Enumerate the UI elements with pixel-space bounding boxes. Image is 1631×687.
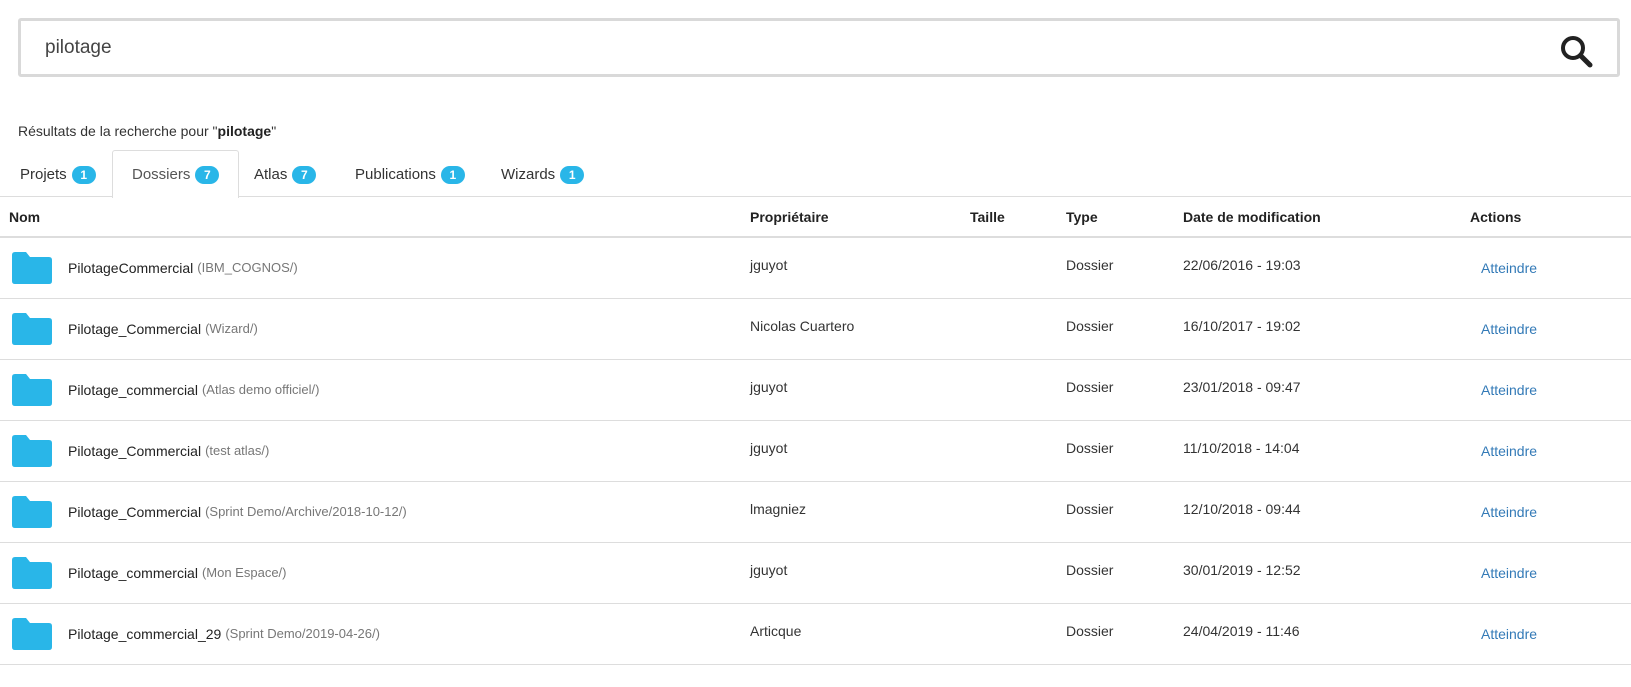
folder-icon — [12, 373, 52, 406]
search-input[interactable] — [45, 31, 1525, 65]
folder-name[interactable]: Pilotage_Commercial — [68, 443, 201, 459]
owner: jguyot — [750, 256, 788, 273]
owner: Nicolas Cuartero — [750, 317, 855, 334]
results-caption: Résultats de la recherche pour "pilotage… — [18, 123, 276, 139]
folder-icon — [12, 556, 52, 589]
type: Dossier — [1066, 439, 1114, 456]
table-row: Pilotage_Commercial (Wizard/) Nicolas Cu… — [0, 298, 1631, 360]
table-row: Pilotage_commercial (Mon Espace/) jguyot… — [0, 542, 1631, 604]
table-row: Pilotage_commercial_29 (Sprint Demo/2019… — [0, 603, 1631, 665]
type: Dossier — [1066, 500, 1114, 517]
results-caption-suffix: " — [271, 123, 277, 139]
goto-link[interactable]: Atteindre — [1481, 565, 1537, 581]
goto-link[interactable]: Atteindre — [1481, 443, 1537, 459]
table-row: PilotageCommercial (IBM_COGNOS/) jguyot … — [0, 237, 1631, 299]
modified-date: 12/10/2018 - 09:44 — [1183, 500, 1301, 517]
folder-icon — [12, 251, 52, 284]
folder-path: (Mon Espace/) — [201, 565, 287, 580]
type: Dossier — [1066, 561, 1114, 578]
folder-path: (test atlas/) — [205, 443, 270, 458]
results-caption-query: pilotage — [217, 123, 272, 139]
results-table: Nom Propriétaire Taille Type Date de mod… — [0, 198, 1631, 665]
tab-projets[interactable]: Projets 1 — [0, 150, 116, 198]
folder-name[interactable]: PilotageCommercial — [68, 260, 193, 276]
header-actions: Actions — [1461, 198, 1631, 238]
table-row: Pilotage_commercial (Atlas demo officiel… — [0, 359, 1631, 421]
folder-icon — [12, 312, 52, 345]
count-badge: 7 — [195, 165, 220, 184]
count-badge: 1 — [560, 165, 585, 184]
folder-icon — [12, 434, 52, 467]
header-type[interactable]: Type — [1057, 198, 1174, 238]
tab-label: Atlas — [254, 166, 288, 183]
tab-label: Projets — [20, 166, 67, 183]
owner: jguyot — [750, 561, 788, 578]
tab-publications[interactable]: Publications 1 — [335, 150, 485, 198]
results-caption-prefix: Résultats de la recherche pour " — [18, 123, 218, 139]
count-badge: 1 — [440, 165, 465, 184]
table-row: Pilotage_Commercial (test atlas/) jguyot… — [0, 420, 1631, 482]
count-badge: 7 — [292, 165, 317, 184]
folder-icon — [12, 617, 52, 650]
search-icon[interactable] — [1559, 34, 1593, 68]
owner: Articque — [750, 622, 802, 639]
modified-date: 24/04/2019 - 11:46 — [1183, 622, 1300, 639]
count-badge: 1 — [71, 165, 96, 184]
tab-wizards[interactable]: Wizards 1 — [481, 150, 604, 198]
goto-link[interactable]: Atteindre — [1481, 382, 1537, 398]
folder-icon — [12, 495, 52, 528]
folder-name[interactable]: Pilotage_commercial — [68, 565, 198, 581]
goto-link[interactable]: Atteindre — [1481, 626, 1537, 642]
modified-date: 11/10/2018 - 14:04 — [1183, 439, 1300, 456]
owner: jguyot — [750, 439, 788, 456]
tab-label: Wizards — [501, 166, 556, 183]
folder-name[interactable]: Pilotage_commercial — [68, 382, 198, 398]
folder-path: (Sprint Demo/Archive/2018-10-12/) — [205, 504, 407, 519]
modified-date: 23/01/2018 - 09:47 — [1183, 378, 1301, 395]
goto-link[interactable]: Atteindre — [1481, 260, 1537, 276]
table-header-row: Nom Propriétaire Taille Type Date de mod… — [0, 198, 1631, 238]
tab-dossiers[interactable]: Dossiers 7 — [112, 150, 240, 198]
tab-atlas[interactable]: Atlas 7 — [234, 150, 336, 198]
modified-date: 22/06/2016 - 19:03 — [1183, 256, 1301, 273]
table-row: Pilotage_Commercial (Sprint Demo/Archive… — [0, 481, 1631, 543]
header-date[interactable]: Date de modification — [1174, 198, 1461, 238]
type: Dossier — [1066, 256, 1114, 273]
goto-link[interactable]: Atteindre — [1481, 504, 1537, 520]
result-tabs: Projets 1 Dossiers 7 Atlas 7 Publication… — [0, 150, 1631, 198]
header-size[interactable]: Taille — [961, 198, 1057, 238]
folder-path: (Wizard/) — [205, 321, 258, 336]
tab-label: Dossiers — [132, 166, 191, 183]
folder-name[interactable]: Pilotage_commercial_29 — [68, 626, 221, 642]
modified-date: 16/10/2017 - 19:02 — [1183, 317, 1301, 334]
modified-date: 30/01/2019 - 12:52 — [1183, 561, 1301, 578]
tab-label: Publications — [355, 166, 436, 183]
owner: lmagniez — [750, 500, 807, 517]
type: Dossier — [1066, 622, 1114, 639]
type: Dossier — [1066, 378, 1114, 395]
header-owner[interactable]: Propriétaire — [741, 198, 961, 238]
folder-name[interactable]: Pilotage_Commercial — [68, 504, 201, 520]
folder-path: (IBM_COGNOS/) — [197, 260, 298, 276]
folder-name[interactable]: Pilotage_Commercial — [68, 321, 201, 337]
goto-link[interactable]: Atteindre — [1481, 321, 1537, 337]
owner: jguyot — [750, 378, 788, 395]
folder-path: (Atlas demo officiel/) — [201, 382, 320, 397]
folder-path: (Sprint Demo/2019-04-26/) — [225, 626, 380, 641]
header-name[interactable]: Nom — [0, 198, 741, 238]
type: Dossier — [1066, 317, 1114, 334]
search-box — [18, 18, 1620, 77]
